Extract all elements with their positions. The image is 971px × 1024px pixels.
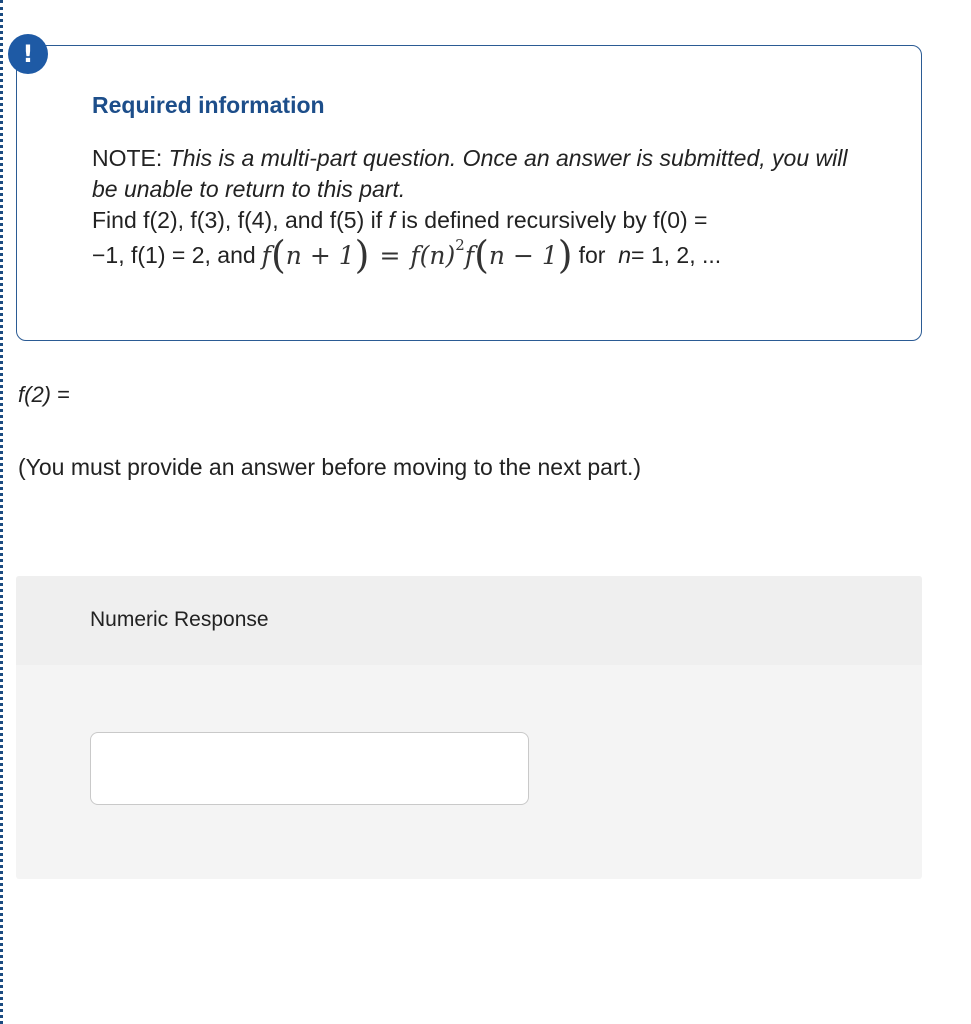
answer-label: f(2) = <box>18 382 70 408</box>
formula-rhs-f: f <box>464 240 475 270</box>
paren-open-icon: ( <box>474 233 489 277</box>
find-mid: is defined recursively by f(0) = <box>394 207 708 233</box>
answer-eq: = <box>51 382 70 407</box>
question-text: NOTE: This is a multi-part question. Onc… <box>92 143 872 274</box>
note-label: NOTE: <box>92 145 169 171</box>
must-answer-note: (You must provide an answer before movin… <box>18 454 642 480</box>
numeric-answer-input[interactable] <box>90 732 529 805</box>
paren-close-icon: ) <box>354 233 370 277</box>
paren-open-icon: ( <box>270 233 286 277</box>
response-title: Numeric Response <box>90 608 269 631</box>
recurrence-line: −1, f(1) = 2, and f ( n + 1 ) = f(n) 2 f… <box>92 233 872 277</box>
formula-rhs-arg: n − 1 <box>488 240 558 270</box>
answer-fn: f(2) <box>18 382 51 407</box>
find-prefix: Find f(2), f(3), f(4), and f(5) if <box>92 207 389 233</box>
note-text: This is a multi-part question. Once an a… <box>92 145 848 202</box>
for-text: for <box>578 241 606 268</box>
note-line: NOTE: This is a multi-part question. Onc… <box>92 143 872 205</box>
numeric-response-panel: Numeric Response <box>16 576 922 879</box>
recurrence-formula: f ( n + 1 ) = f(n) 2 f ( n − 1 ) <box>261 233 573 277</box>
initial-values: −1, f(1) = 2, and <box>92 241 256 268</box>
formula-lhs-arg: n + 1 <box>285 240 355 270</box>
n-var: n <box>618 241 632 268</box>
formula-lhs-f: f <box>261 240 271 270</box>
required-info-title: Required information <box>92 92 325 118</box>
formula-rhs-fn: f(n) <box>410 240 456 270</box>
find-line: Find f(2), f(3), f(4), and f(5) if f is … <box>92 205 872 236</box>
exclamation-icon: ! <box>8 34 48 74</box>
formula-exponent: 2 <box>455 235 465 254</box>
formula-eq: = <box>379 240 401 270</box>
paren-close-icon: ) <box>557 233 573 277</box>
dotted-rail <box>0 0 4 1024</box>
alert-symbol: ! <box>22 40 34 68</box>
n-values: = 1, 2, ... <box>631 241 722 268</box>
